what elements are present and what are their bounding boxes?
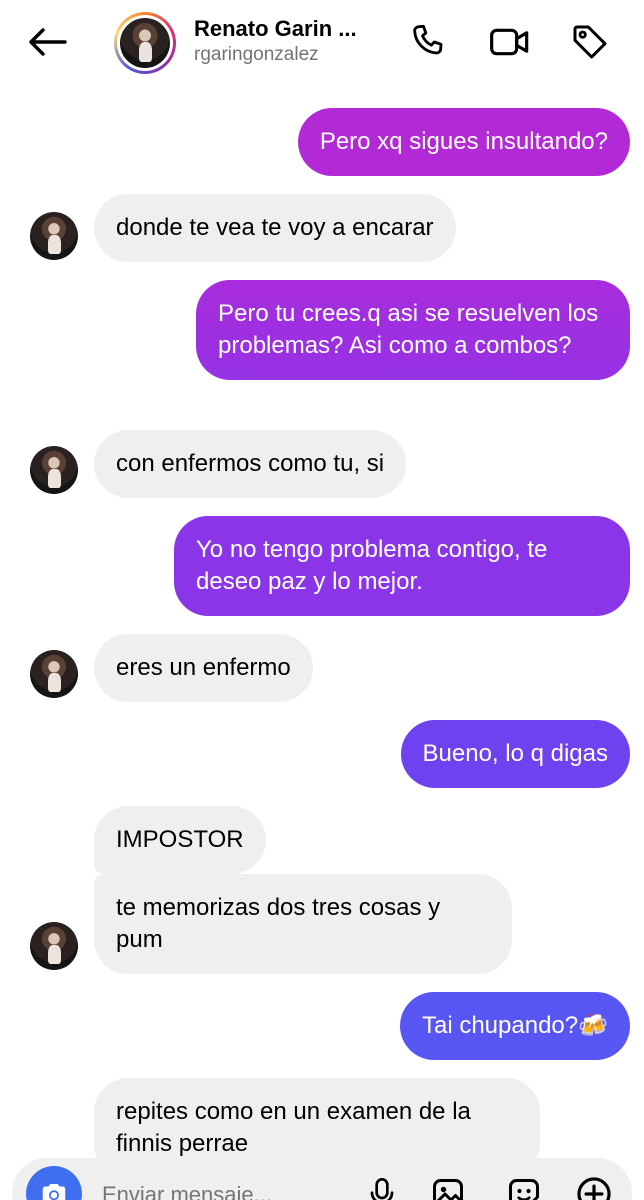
message-bubble-incoming[interactable]: te memorizas dos tres cosas y pum <box>94 874 512 974</box>
message-bubble-incoming[interactable]: eres un enfermo <box>94 634 313 702</box>
voice-message-button[interactable] <box>360 1172 404 1200</box>
message-input[interactable] <box>102 1182 342 1200</box>
sender-avatar[interactable] <box>30 922 78 970</box>
back-button[interactable] <box>24 22 70 62</box>
phone-icon <box>413 24 443 55</box>
arrow-left-icon <box>29 28 67 56</box>
sender-avatar[interactable] <box>30 212 78 260</box>
message-bubble-outgoing[interactable]: Pero xq sigues insultando? <box>297 108 630 176</box>
tag-button[interactable] <box>568 20 612 64</box>
microphone-icon <box>370 1178 394 1200</box>
sticker-button[interactable] <box>502 1172 546 1200</box>
contact-avatar[interactable] <box>114 12 176 74</box>
video-call-button[interactable] <box>488 20 532 64</box>
plus-circle-icon <box>577 1177 611 1200</box>
contact-name[interactable]: Renato Garin ... <box>194 16 357 42</box>
avatar-image <box>120 18 170 68</box>
message-composer <box>12 1158 632 1200</box>
call-button[interactable] <box>406 20 450 64</box>
message-bubble-incoming[interactable]: donde te vea te voy a encarar <box>94 194 456 262</box>
sender-avatar[interactable] <box>30 650 78 698</box>
tag-icon <box>573 25 607 59</box>
camera-icon <box>42 1184 66 1200</box>
sticker-icon <box>509 1179 539 1200</box>
gallery-button[interactable] <box>426 1172 470 1200</box>
message-bubble-outgoing[interactable]: Pero tu crees.q asi se resuelven los pro… <box>196 280 630 380</box>
message-bubble-outgoing[interactable]: Bueno, lo q digas <box>400 720 630 788</box>
message-bubble-incoming[interactable]: IMPOSTOR <box>94 806 266 874</box>
chat-header: Renato Garin ... rgaringonzalez <box>0 0 644 84</box>
message-bubble-incoming[interactable]: con enfermos como tu, si <box>94 430 407 498</box>
sender-avatar[interactable] <box>30 446 78 494</box>
message-bubble-outgoing[interactable]: Tai chupando?🍻 <box>399 992 630 1060</box>
video-camera-icon <box>490 28 529 56</box>
add-button[interactable] <box>572 1172 616 1200</box>
camera-button[interactable] <box>26 1166 82 1200</box>
contact-username[interactable]: rgaringonzalez <box>194 44 319 66</box>
message-bubble-outgoing[interactable]: Yo no tengo problema contigo, te deseo p… <box>174 516 630 616</box>
image-icon <box>433 1179 463 1200</box>
